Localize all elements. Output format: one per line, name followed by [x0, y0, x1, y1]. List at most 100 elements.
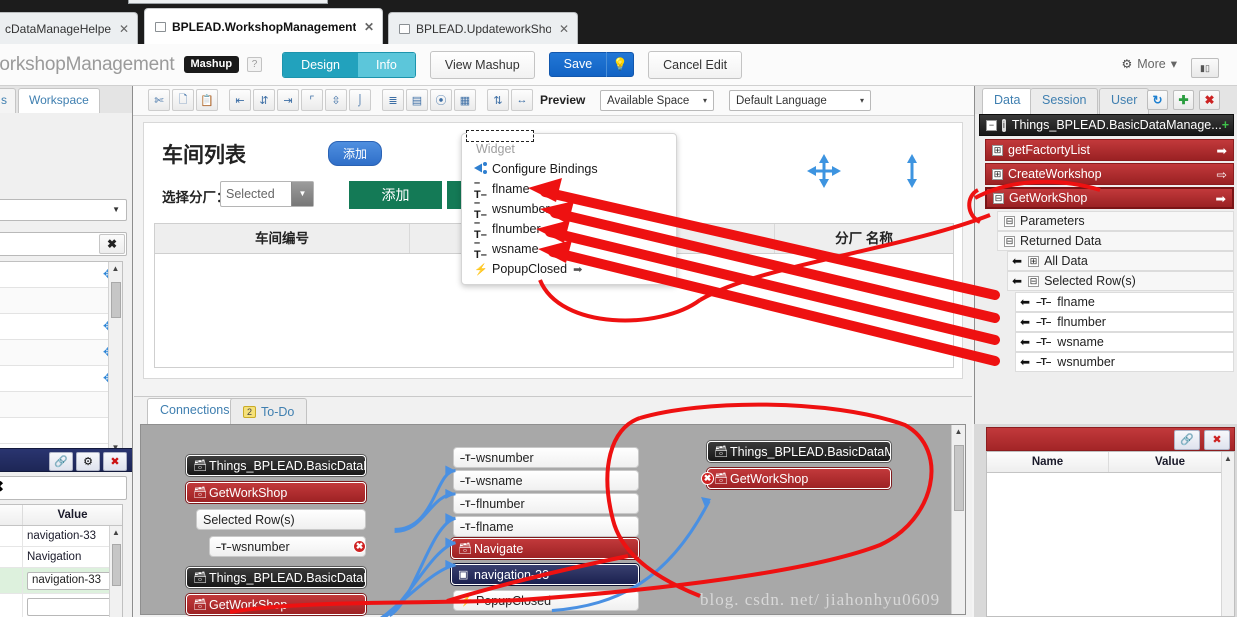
scroll-up-icon[interactable]: ▲	[952, 425, 965, 439]
collapse-icon[interactable]: ⊟	[1004, 215, 1015, 227]
service-createworkshop[interactable]: ⊞ CreateWorkshop ⇨	[985, 163, 1234, 185]
cancel-edit-button[interactable]: Cancel Edit	[648, 50, 743, 79]
clear-search-icon[interactable]: ✖	[0, 477, 126, 497]
binding-source-arrow-icon[interactable]: ⬅	[1020, 315, 1030, 329]
move-widget-icon[interactable]	[804, 151, 844, 196]
node-flname-mid[interactable]: –T– flname	[453, 516, 639, 537]
tab-data[interactable]: Data	[982, 88, 1033, 114]
close-icon[interactable]: ✖	[103, 452, 127, 471]
close-icon[interactable]: ✕	[559, 23, 569, 35]
left-panel-widget-list[interactable]: ✥ ✥ ✥ ✥ ▲ ▼	[0, 261, 123, 454]
align-center-icon[interactable]: ⇵	[253, 89, 275, 111]
grid-icon[interactable]: ▦	[454, 89, 476, 111]
left-panel-search-input[interactable]: ✖	[0, 232, 127, 256]
left-list-scrollbar[interactable]: ▲ ▼	[108, 262, 122, 453]
align-left-icon[interactable]: ⇤	[229, 89, 251, 111]
value-text-input[interactable]: navigation-33	[27, 571, 118, 590]
binding-source-arrow-icon[interactable]: ⬅	[1020, 295, 1030, 309]
info-icon[interactable]: i	[1002, 118, 1006, 132]
gear-icon[interactable]: ⚙	[76, 452, 100, 471]
cut-icon[interactable]: ✄	[148, 89, 170, 111]
section-returned-data[interactable]: ⊟ Returned Data	[997, 231, 1234, 251]
tab-connections[interactable]: Connections	[147, 398, 243, 424]
close-icon[interactable]: ✕	[119, 23, 129, 35]
node-wsnumber-left[interactable]: –T– wsnumber	[209, 536, 366, 557]
node-popupclosed[interactable]: ⚡ PopupClosed	[453, 590, 639, 611]
field-flname[interactable]: ⬅ –T– flname	[1015, 292, 1234, 312]
menu-item-configure-bindings[interactable]: Configure Bindings	[462, 159, 676, 179]
collapse-icon[interactable]: −	[986, 119, 997, 131]
binding-source-arrow-icon[interactable]: ⬅	[1020, 335, 1030, 349]
value-text-input[interactable]	[27, 597, 118, 616]
add-service-icon[interactable]: +	[1222, 118, 1229, 132]
view-mashup-button[interactable]: View Mashup	[429, 50, 535, 79]
service-getfactortylist[interactable]: ⊞ getFactortyList ➡	[985, 139, 1234, 161]
expand-icon[interactable]: ⊞	[1028, 255, 1040, 267]
bindings-icon[interactable]: 🔗	[49, 452, 73, 471]
node-selected-rows-1[interactable]: Selected Row(s)	[196, 509, 366, 530]
node-flnumber-mid[interactable]: –T– flnumber	[453, 493, 639, 514]
collapse-icon[interactable]: ⊟	[1004, 235, 1015, 247]
add-pill-button[interactable]: 添加	[328, 141, 383, 166]
collapse-icon[interactable]: ⊟	[993, 192, 1004, 204]
tab-user[interactable]: User	[1099, 88, 1150, 114]
service-getworkshop[interactable]: ⊟ GetWorkShop ➡	[985, 187, 1234, 209]
execute-arrow-icon[interactable]: ⇨	[1217, 167, 1227, 182]
scrollbar-thumb[interactable]	[954, 445, 964, 511]
execute-arrow-icon[interactable]: ➡	[1216, 191, 1226, 206]
node-service-getworkshop-right[interactable]: 🗃 GetWorkShop	[707, 468, 891, 489]
factory-select[interactable]: Selected ▼	[220, 181, 314, 207]
list-item[interactable]: ✥	[0, 262, 122, 288]
align-middle-icon[interactable]: ⇳	[325, 89, 347, 111]
node-wsname-mid[interactable]: –T– wsname	[453, 470, 639, 491]
table-row[interactable]	[0, 594, 122, 617]
add-icon[interactable]: ✚	[1173, 90, 1194, 110]
node-service-getworkshop-2[interactable]: 🗃 GetWorkShop	[186, 594, 366, 615]
delete-icon[interactable]: ✖	[1199, 90, 1220, 110]
menu-item-flname[interactable]: –T– flname ⇨	[462, 177, 676, 201]
bulb-icon[interactable]: 💡	[607, 52, 633, 77]
properties-search-input[interactable]: ✖	[0, 476, 127, 500]
browser-tab-1[interactable]: BPLEAD.WorkshopManagement ✕	[144, 8, 383, 44]
list-item[interactable]: ✥	[0, 314, 122, 340]
node-wsnumber-mid[interactable]: –T– wsnumber	[453, 447, 639, 468]
default-language-select[interactable]: Default Language ▾	[729, 90, 871, 111]
node-navigation-33[interactable]: ▣ navigation-33	[451, 564, 639, 585]
rotate-icon[interactable]: ⦿	[430, 89, 452, 111]
field-wsname[interactable]: ⬅ –T– wsname	[1015, 332, 1234, 352]
menu-item-popupclosed[interactable]: ⚡ PopupClosed ➡	[462, 259, 676, 279]
tab-design[interactable]: Design	[283, 52, 358, 77]
tab-session[interactable]: Session	[1030, 88, 1099, 114]
scroll-up-icon[interactable]: ▲	[1222, 452, 1234, 465]
list-item[interactable]: ✥	[0, 366, 122, 392]
align-bottom-icon[interactable]: ⌡	[349, 89, 371, 111]
same-width-icon[interactable]: ↔	[511, 89, 533, 111]
list-item[interactable]	[0, 418, 122, 444]
expand-icon[interactable]: ⊞	[992, 168, 1003, 180]
connections-scrollbar[interactable]: ▲	[951, 425, 965, 614]
node-navigate[interactable]: 🗃 Navigate	[451, 538, 639, 559]
browser-tab-0[interactable]: cDataManageHelper ✕	[0, 12, 138, 44]
table-row[interactable]: Navigation	[0, 547, 122, 568]
widget-context-menu[interactable]: Widget Configure Bindings –T– flname ⇨ –…	[461, 130, 677, 285]
connections-diagram[interactable]: 🗃 Things_BPLEAD.BasicDataM... 🗃 GetWorkS…	[140, 424, 966, 617]
close-icon[interactable]: ✖	[1204, 430, 1230, 450]
tab-todo[interactable]: 2 To-Do	[230, 398, 308, 424]
align-top-icon[interactable]: ⌜	[301, 89, 323, 111]
available-space-select[interactable]: Available Space ▾	[600, 90, 714, 111]
binding-source-arrow-icon[interactable]: ⬅	[1012, 254, 1022, 268]
scrollbar-thumb[interactable]	[112, 544, 121, 586]
collapse-icon[interactable]: ⊟	[1028, 275, 1040, 287]
returned-selected-rows[interactable]: ⬅ ⊟ Selected Row(s)	[1007, 271, 1234, 291]
binding-detail-grid[interactable]: Name Value ▲	[986, 451, 1235, 617]
field-wsnumber[interactable]: ⬅ –T– wsnumber	[1015, 352, 1234, 372]
close-icon[interactable]: ✕	[364, 21, 374, 33]
list-item[interactable]: ✥	[0, 340, 122, 366]
node-thing-left-2[interactable]: 🗃 Things_BPLEAD.BasicDataM...	[186, 567, 366, 588]
scroll-up-icon[interactable]: ▲	[109, 262, 122, 276]
binding-error-icon[interactable]: ✖	[701, 472, 714, 485]
table-row[interactable]: navigation-33	[0, 526, 122, 547]
returned-all-data[interactable]: ⬅ ⊞ All Data	[1007, 251, 1234, 271]
node-thing-right[interactable]: 🗃 Things_BPLEAD.BasicDataM...	[707, 441, 891, 462]
align-right-icon[interactable]: ⇥	[277, 89, 299, 111]
